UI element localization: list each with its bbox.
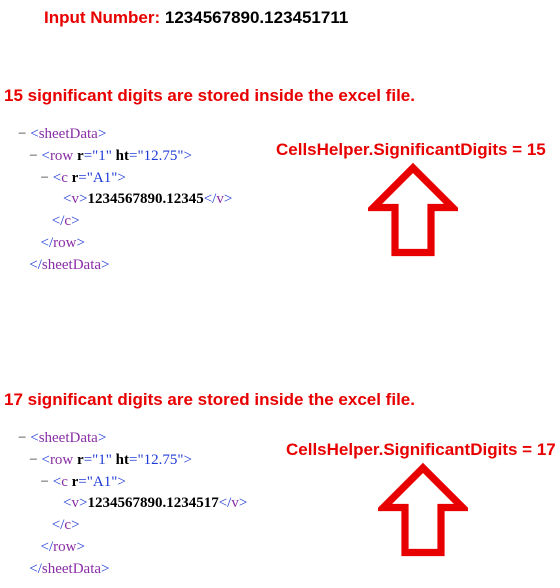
- section-17-title: 17 significant digits are stored inside …: [4, 390, 415, 410]
- input-label: Input Number:: [44, 8, 165, 27]
- sigdigits-15-label: CellsHelper.SignificantDigits = 15: [276, 140, 546, 160]
- up-arrow-icon: [368, 162, 458, 262]
- section-15-title: 15 significant digits are stored inside …: [4, 86, 415, 106]
- xml-block-15: − <sheetData> − <row r="1" ht="12.75"> −…: [18, 124, 232, 276]
- xml15-value: 1234567890.12345: [87, 191, 203, 207]
- xml15-row-ht: 12.75: [144, 148, 178, 164]
- input-value: 1234567890.123451711: [165, 8, 348, 27]
- xml15-c-r: A1: [93, 170, 111, 186]
- input-row: Input Number: 1234567890.123451711: [44, 8, 348, 28]
- xml17-value: 1234567890.1234517: [87, 495, 218, 511]
- sigdigits-17-label: CellsHelper.SignificantDigits = 17: [286, 440, 556, 460]
- xml17-c-r: A1: [93, 474, 111, 490]
- xml-block-17: − <sheetData> − <row r="1" ht="12.75"> −…: [18, 428, 247, 580]
- xml17-row-r: 1: [98, 452, 106, 468]
- xml17-row-ht: 12.75: [144, 452, 178, 468]
- up-arrow-icon: [378, 462, 468, 562]
- xml15-row-r: 1: [98, 148, 106, 164]
